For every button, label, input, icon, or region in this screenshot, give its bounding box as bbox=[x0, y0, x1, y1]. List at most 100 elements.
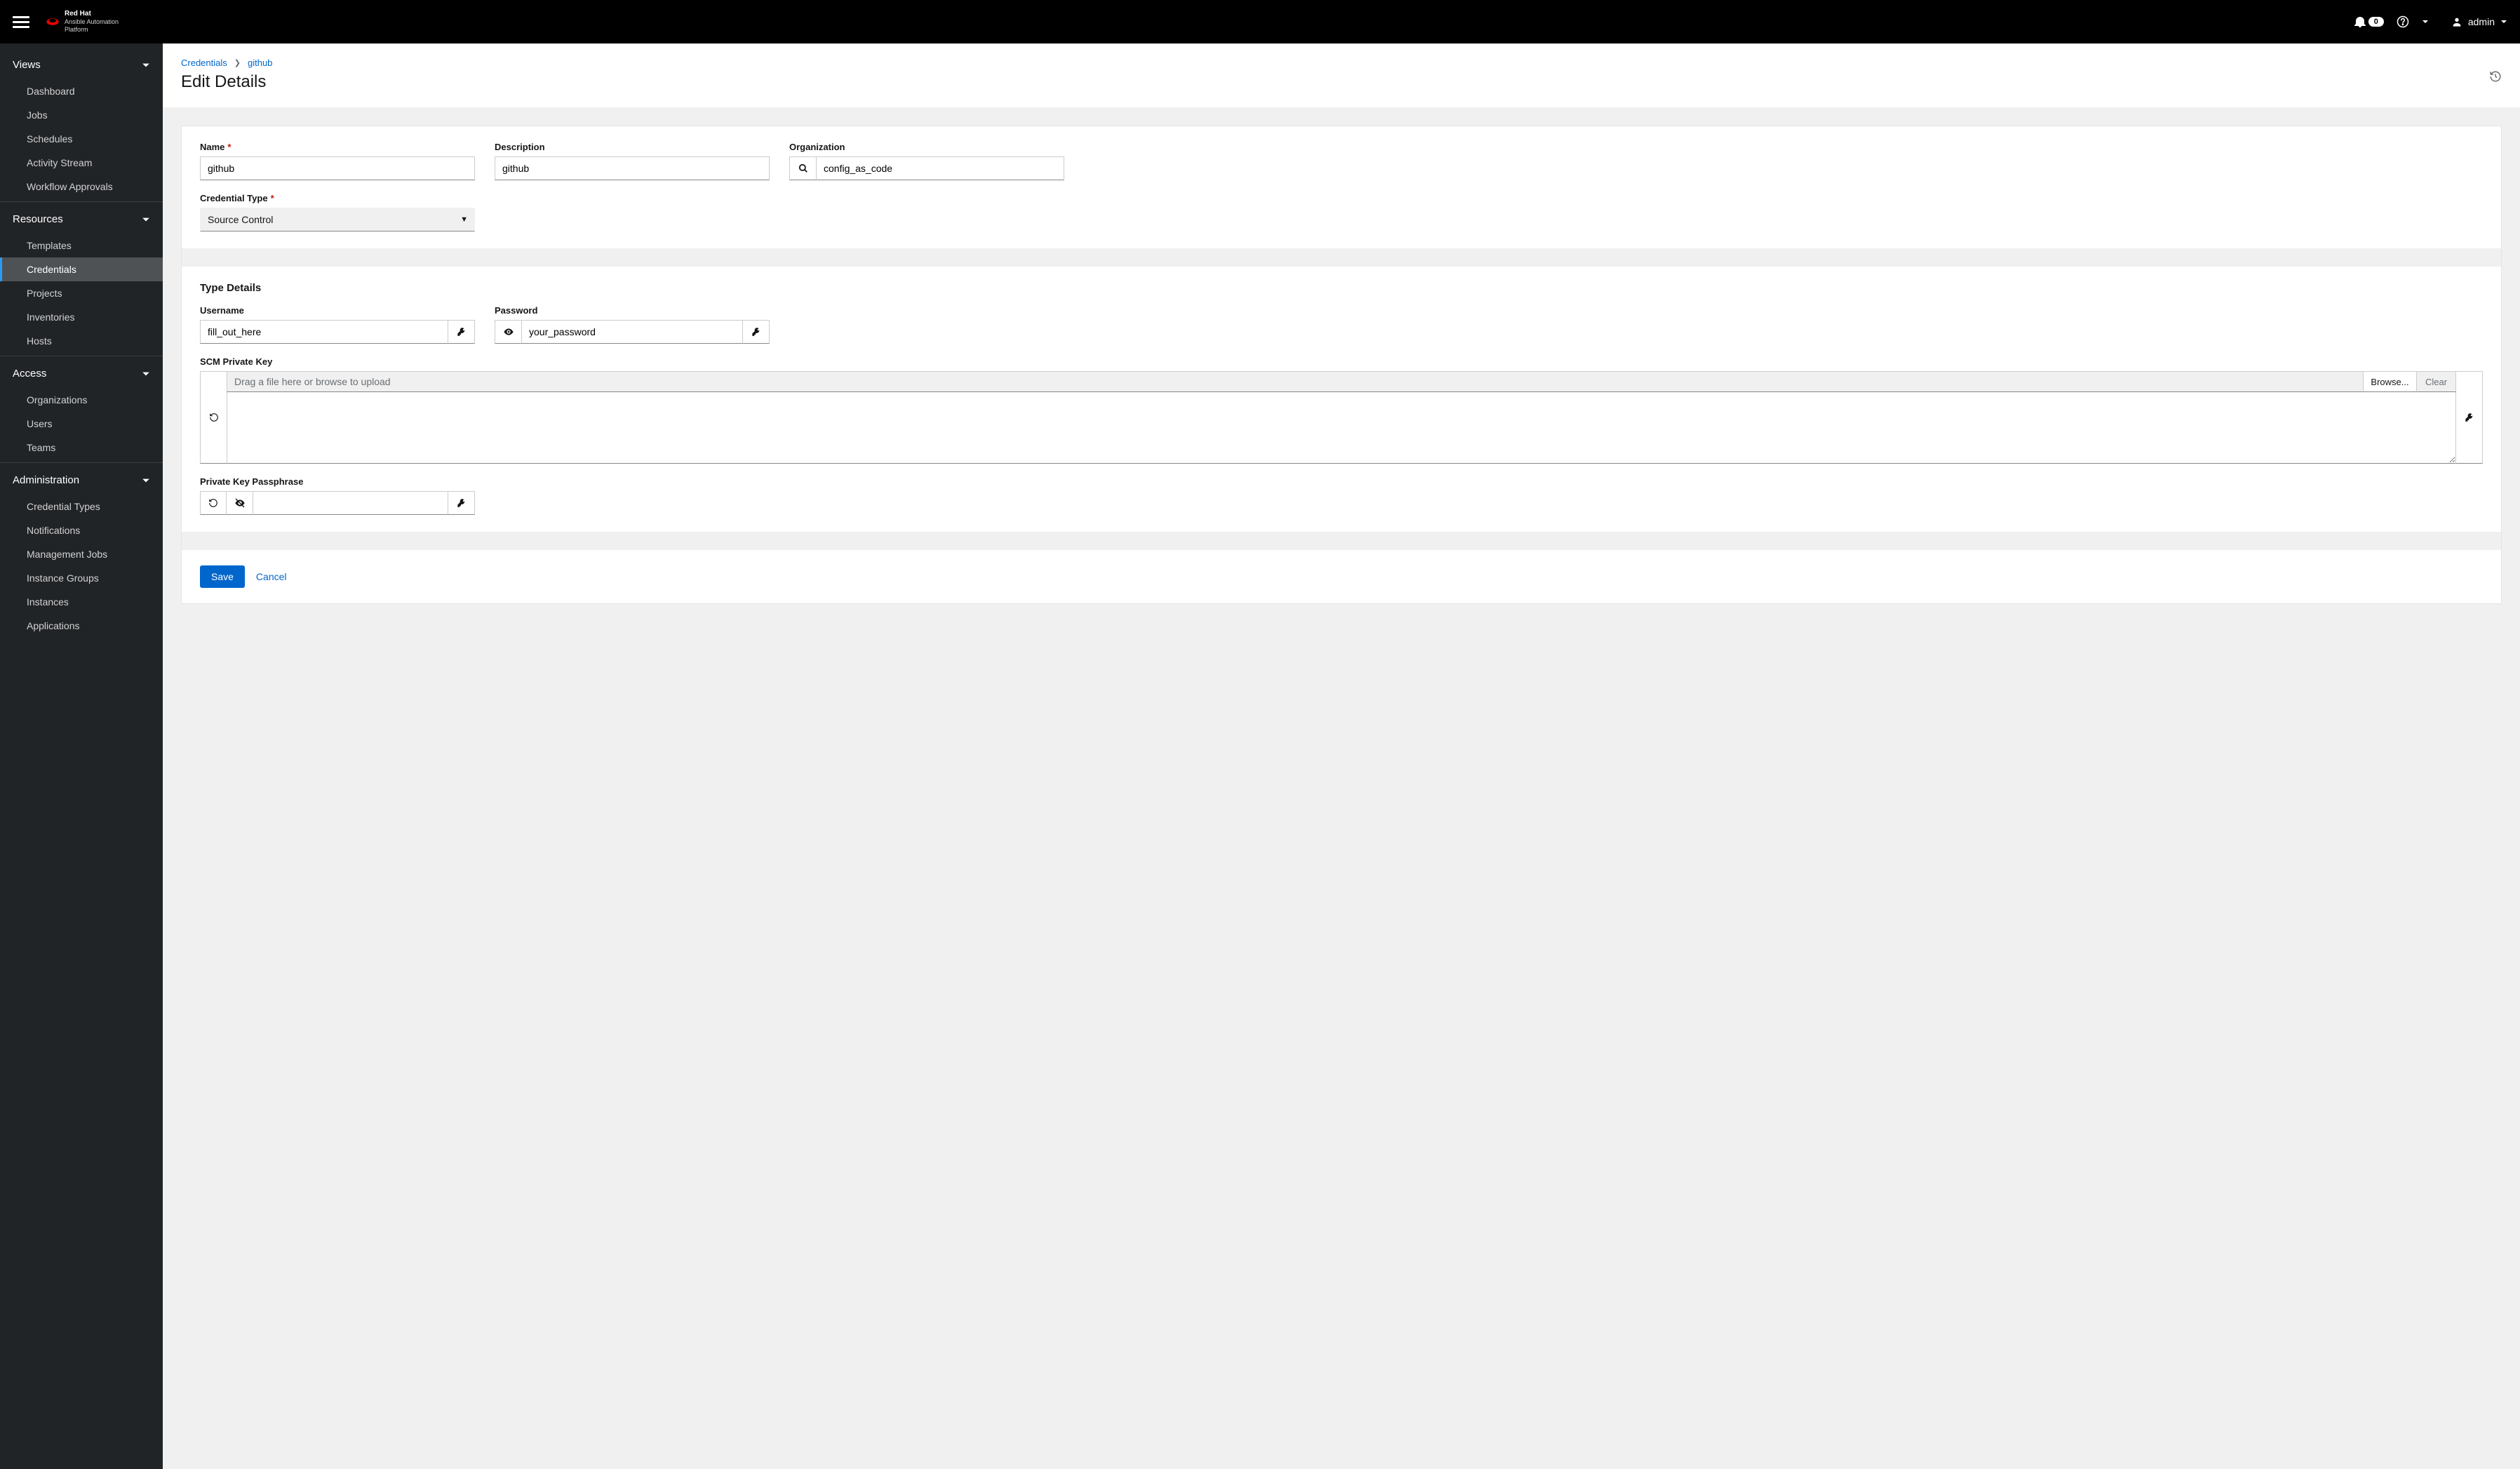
help-icon bbox=[2397, 15, 2409, 28]
nav-users[interactable]: Users bbox=[0, 412, 163, 436]
nav-credentials[interactable]: Credentials bbox=[0, 257, 163, 281]
nav-applications[interactable]: Applications bbox=[0, 614, 163, 638]
nav-notifications[interactable]: Notifications bbox=[0, 518, 163, 542]
username-label: Username bbox=[200, 305, 475, 316]
nav-section-resources[interactable]: Resources bbox=[0, 205, 163, 234]
type-details-title: Type Details bbox=[200, 282, 2483, 294]
scm-key-textarea[interactable] bbox=[227, 392, 2456, 464]
username: admin bbox=[2468, 16, 2495, 27]
nav-jobs[interactable]: Jobs bbox=[0, 103, 163, 127]
undo-icon bbox=[208, 498, 218, 508]
password-key-button[interactable] bbox=[743, 320, 770, 344]
notification-badge: 0 bbox=[2368, 17, 2384, 27]
main-content: Credentials ❯ github Edit Details Name* … bbox=[163, 43, 2520, 1469]
nav-credential-types[interactable]: Credential Types bbox=[0, 495, 163, 518]
nav-dashboard[interactable]: Dashboard bbox=[0, 79, 163, 103]
brand-logo[interactable]: Red Hat Ansible Automation Platform bbox=[45, 10, 119, 34]
description-label: Description bbox=[495, 142, 770, 152]
organization-label: Organization bbox=[789, 142, 1064, 152]
breadcrumb: Credentials ❯ github bbox=[181, 58, 2502, 68]
brand-name: Red Hat bbox=[65, 10, 119, 18]
username-input[interactable] bbox=[200, 320, 448, 344]
passphrase-revert-button[interactable] bbox=[200, 491, 227, 515]
password-show-button[interactable] bbox=[495, 320, 521, 344]
product-line2: Platform bbox=[65, 26, 119, 34]
nav-workflow-approvals[interactable]: Workflow Approvals bbox=[0, 175, 163, 199]
nav-section-administration[interactable]: Administration bbox=[0, 466, 163, 495]
description-input[interactable] bbox=[495, 156, 770, 180]
passphrase-hide-button[interactable] bbox=[227, 491, 253, 515]
user-menu[interactable]: admin bbox=[2451, 16, 2507, 27]
passphrase-input[interactable] bbox=[253, 491, 448, 515]
scm-key-browse-button[interactable]: Browse... bbox=[2364, 371, 2417, 392]
page-title: Edit Details bbox=[181, 72, 2502, 92]
nav-section-label: Access bbox=[13, 368, 46, 380]
bell-icon bbox=[2354, 16, 2366, 27]
search-icon bbox=[798, 163, 808, 173]
credential-type-select[interactable]: ▼ bbox=[200, 208, 475, 232]
nav-organizations[interactable]: Organizations bbox=[0, 388, 163, 412]
notifications-button[interactable]: 0 bbox=[2354, 16, 2384, 27]
help-button[interactable] bbox=[2397, 15, 2409, 28]
nav-hosts[interactable]: Hosts bbox=[0, 329, 163, 353]
breadcrumb-root[interactable]: Credentials bbox=[181, 58, 227, 68]
nav-instances[interactable]: Instances bbox=[0, 590, 163, 614]
sidebar: Views Dashboard Jobs Schedules Activity … bbox=[0, 43, 163, 1469]
form-card: Name* Description Organization bbox=[181, 126, 2502, 604]
scm-key-lookup-button[interactable] bbox=[2456, 371, 2483, 464]
passphrase-label: Private Key Passphrase bbox=[200, 476, 475, 487]
username-key-button[interactable] bbox=[448, 320, 475, 344]
credential-type-label: Credential Type* bbox=[200, 193, 475, 203]
product-line1: Ansible Automation bbox=[65, 18, 119, 26]
nav-templates[interactable]: Templates bbox=[0, 234, 163, 257]
nav-section-label: Resources bbox=[13, 213, 63, 225]
page-header: Credentials ❯ github Edit Details bbox=[163, 43, 2520, 107]
password-label: Password bbox=[495, 305, 770, 316]
chevron-down-icon bbox=[2422, 18, 2429, 25]
chevron-down-icon bbox=[142, 215, 150, 224]
scm-key-label: SCM Private Key bbox=[200, 356, 2483, 367]
chevron-right-icon: ❯ bbox=[234, 58, 241, 67]
nav-instance-groups[interactable]: Instance Groups bbox=[0, 566, 163, 590]
organization-input[interactable] bbox=[816, 156, 1064, 180]
eye-icon bbox=[503, 326, 514, 337]
help-dropdown[interactable] bbox=[2422, 18, 2429, 25]
key-icon bbox=[457, 498, 467, 508]
name-input[interactable] bbox=[200, 156, 475, 180]
history-button[interactable] bbox=[2489, 70, 2502, 83]
user-icon bbox=[2451, 16, 2462, 27]
scm-key-revert-button[interactable] bbox=[200, 371, 227, 464]
key-icon bbox=[2465, 412, 2474, 422]
nav-section-views[interactable]: Views bbox=[0, 51, 163, 79]
nav-management-jobs[interactable]: Management Jobs bbox=[0, 542, 163, 566]
name-label: Name* bbox=[200, 142, 475, 152]
scm-key-clear-button[interactable]: Clear bbox=[2417, 371, 2456, 392]
cancel-button[interactable]: Cancel bbox=[256, 571, 287, 582]
breadcrumb-leaf[interactable]: github bbox=[248, 58, 272, 68]
save-button[interactable]: Save bbox=[200, 565, 245, 588]
nav-section-label: Views bbox=[13, 59, 41, 71]
history-icon bbox=[2489, 70, 2502, 83]
chevron-down-icon bbox=[142, 61, 150, 69]
nav-activity-stream[interactable]: Activity Stream bbox=[0, 151, 163, 175]
passphrase-key-button[interactable] bbox=[448, 491, 475, 515]
nav-inventories[interactable]: Inventories bbox=[0, 305, 163, 329]
scm-key-dropzone[interactable]: Drag a file here or browse to upload bbox=[227, 371, 2364, 392]
nav-teams[interactable]: Teams bbox=[0, 436, 163, 460]
chevron-down-icon bbox=[142, 476, 150, 485]
eye-slash-icon bbox=[234, 497, 246, 509]
key-icon bbox=[751, 327, 761, 337]
nav-section-label: Administration bbox=[13, 474, 79, 486]
nav-schedules[interactable]: Schedules bbox=[0, 127, 163, 151]
hamburger-menu-button[interactable] bbox=[13, 13, 29, 30]
organization-lookup-button[interactable] bbox=[789, 156, 816, 180]
top-bar: Red Hat Ansible Automation Platform 0 ad… bbox=[0, 0, 2520, 43]
password-input[interactable] bbox=[521, 320, 743, 344]
undo-icon bbox=[209, 412, 219, 422]
chevron-down-icon bbox=[142, 370, 150, 378]
key-icon bbox=[457, 327, 467, 337]
nav-projects[interactable]: Projects bbox=[0, 281, 163, 305]
chevron-down-icon bbox=[2500, 18, 2507, 25]
nav-section-access[interactable]: Access bbox=[0, 359, 163, 388]
redhat-icon bbox=[45, 16, 60, 27]
